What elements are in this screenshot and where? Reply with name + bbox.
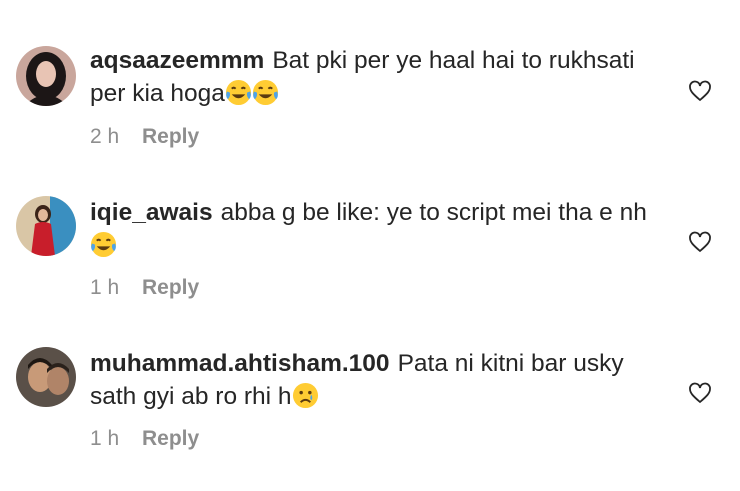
face-with-tears-of-joy-icon	[225, 79, 251, 106]
comment-meta: 1 h Reply	[90, 427, 199, 451]
comment-time: 1 h	[90, 427, 120, 450]
heart-outline-icon[interactable]	[688, 230, 712, 254]
comment-body: abba g be like: ye to script mei tha e n…	[220, 199, 647, 226]
avatar[interactable]	[16, 196, 76, 256]
face-with-tears-of-joy-icon	[90, 231, 117, 258]
comment-time: 2 h	[90, 125, 120, 148]
comment-username[interactable]: muhammad.ahtisham.100	[90, 350, 390, 377]
reply-button[interactable]: Reply	[142, 427, 199, 450]
heart-outline-icon[interactable]	[688, 79, 712, 103]
avatar[interactable]	[16, 347, 76, 407]
face-with-tears-of-joy-icon	[252, 79, 278, 106]
reply-button[interactable]: Reply	[142, 125, 199, 148]
comment-meta: 2 h Reply	[90, 125, 199, 149]
comment-text: iqie_awais abba g be like: ye to script m…	[90, 196, 650, 262]
comment-text: aqsaazeemmm Bat pki per ye haal hai to ru…	[90, 44, 650, 110]
heart-outline-icon[interactable]	[688, 381, 712, 405]
comment-time: 1 h	[90, 276, 120, 299]
comment-username[interactable]: aqsaazeemmm	[90, 47, 264, 74]
comment-text: muhammad.ahtisham.100 Pata ni kitni bar u…	[90, 347, 650, 413]
reply-button[interactable]: Reply	[142, 276, 199, 299]
comment-meta: 1 h Reply	[90, 276, 199, 300]
crying-face-icon	[292, 382, 318, 409]
avatar[interactable]	[16, 46, 76, 106]
comment-username[interactable]: iqie_awais	[90, 199, 213, 226]
